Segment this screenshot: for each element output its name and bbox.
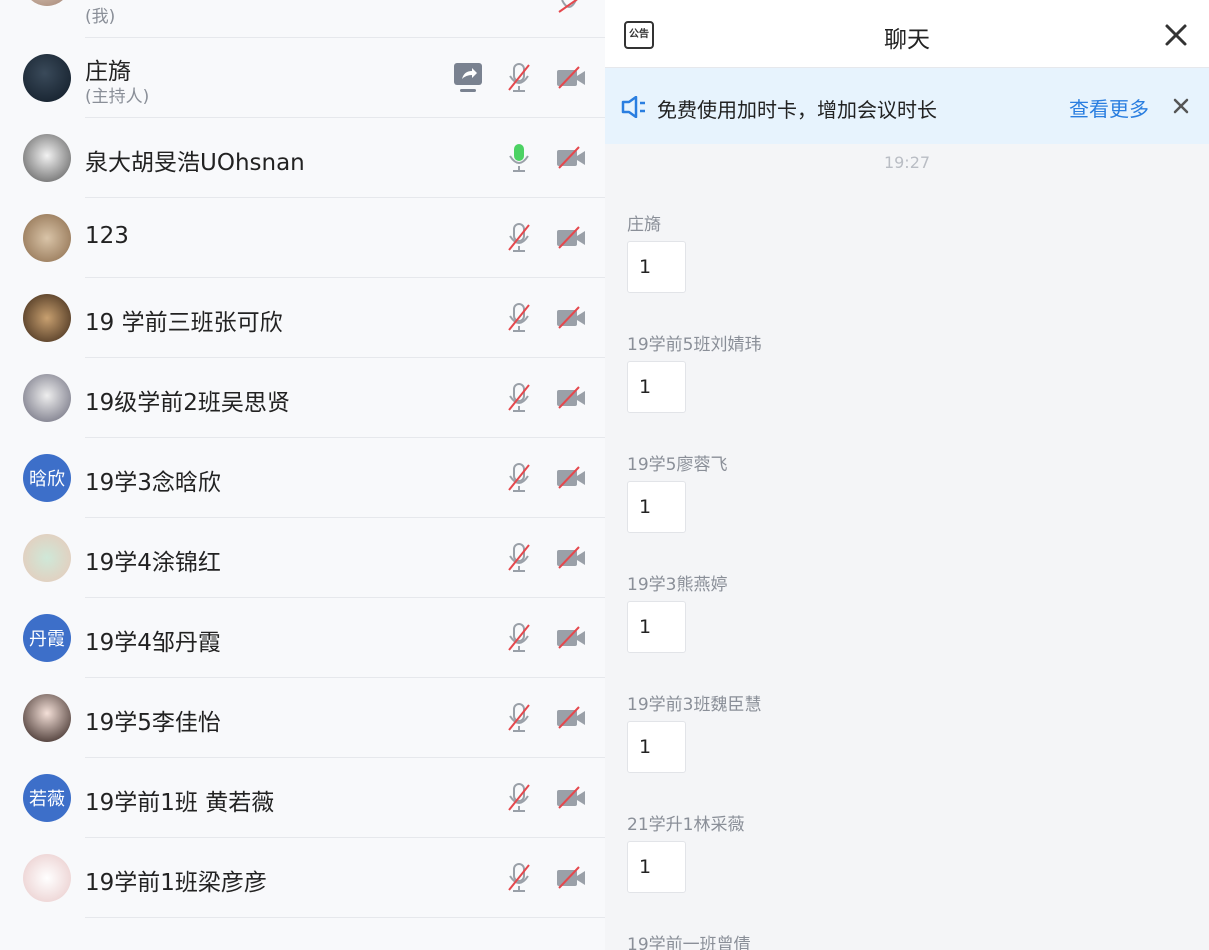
avatar [23,694,71,742]
participant-row-self[interactable]: (我) [0,0,605,38]
camera-off-icon[interactable] [555,386,587,414]
promo-banner: 免费使用加时卡，增加会议时长 查看更多 [605,68,1209,144]
chat-header: 公告 聊天 [605,0,1209,68]
participant-name: 19 学前三班张可欣 [85,310,283,336]
mic-muted-icon[interactable] [507,222,531,258]
camera-off-icon[interactable] [555,66,587,94]
avatar [23,0,71,6]
avatar: 晗欣 [23,454,71,502]
mic-muted-icon[interactable] [507,782,531,818]
avatar: 丹霞 [23,614,71,662]
mic-muted-icon[interactable] [556,0,582,14]
mic-on-icon[interactable] [507,142,531,178]
avatar [23,854,71,902]
mic-muted-icon[interactable] [507,622,531,658]
participant-role: (主持人) [85,87,150,107]
mic-muted-icon[interactable] [507,62,531,98]
participant-row[interactable]: 19学4涂锦红 [0,518,605,598]
participant-name: 19学3念晗欣 [85,470,221,496]
message-sender: 19学前5班刘婧玮 [627,335,762,355]
participant-row[interactable]: 123 [0,198,605,278]
participant-row[interactable]: 丹霞 19学4邹丹霞 [0,598,605,678]
avatar [23,534,71,582]
banner-text: 免费使用加时卡，增加会议时长 [657,98,937,122]
message-bubble[interactable]: 1 [627,481,686,533]
avatar [23,54,71,102]
mic-muted-icon[interactable] [507,862,531,898]
camera-off-icon[interactable] [555,866,587,894]
message-bubble[interactable]: 1 [627,361,686,413]
participant-name: 19学前1班 黄若薇 [85,790,275,816]
participant-row[interactable]: 19学前1班梁彦彦 [0,838,605,918]
participant-row[interactable]: 19 学前三班张可欣 [0,278,605,358]
camera-off-icon[interactable] [555,306,587,334]
mic-muted-icon[interactable] [507,382,531,418]
camera-off-icon[interactable] [555,466,587,494]
participant-name: 19学5李佳怡 [85,710,221,736]
mic-muted-icon[interactable] [507,702,531,738]
participant-name: 19学4邹丹霞 [85,630,221,656]
message-sender: 庄旖 [627,215,661,235]
participant-name: 19学前1班梁彦彦 [85,870,267,896]
participant-row[interactable]: 晗欣 19学3念晗欣 [0,438,605,518]
mic-muted-icon[interactable] [507,302,531,338]
close-icon[interactable] [1164,23,1188,47]
participant-row[interactable]: 庄旖 (主持人) [0,38,605,118]
camera-off-icon[interactable] [555,626,587,654]
message-sender: 21学升1林采薇 [627,815,745,835]
banner-close-icon[interactable] [1173,98,1189,114]
speaker-icon [621,96,645,118]
message-bubble[interactable]: 1 [627,601,686,653]
message-sender: 19学3熊燕婷 [627,575,728,595]
camera-off-icon[interactable] [555,146,587,174]
chat-title: 聊天 [884,27,930,53]
camera-off-icon[interactable] [555,226,587,254]
chat-panel: 公告 聊天 免费使用加时卡，增加会议时长 查看更多 19:27 庄旖 1 19学前5… [605,0,1209,950]
message-bubble[interactable]: 1 [627,241,686,293]
mic-muted-icon[interactable] [507,542,531,578]
message-bubble[interactable]: 1 [627,841,686,893]
message-timestamp: 19:27 [883,153,931,172]
message-bubble[interactable]: 1 [627,721,686,773]
mic-muted-icon[interactable] [507,462,531,498]
participant-row[interactable]: 19学5李佳怡 [0,678,605,758]
screen-share-icon[interactable] [453,62,483,98]
participant-name: 19学4涂锦红 [85,550,221,576]
camera-off-icon[interactable] [555,706,587,734]
participant-role: (我) [85,7,116,27]
message-sender: 19学前一班曾倩 [627,935,751,950]
message-sender: 19学5廖蓉飞 [627,455,728,475]
participant-row[interactable]: 若薇 19学前1班 黄若薇 [0,758,605,838]
avatar: 若薇 [23,774,71,822]
camera-off-icon[interactable] [555,546,587,574]
participant-name: 19级学前2班吴思贤 [85,390,290,416]
participant-row[interactable]: 19级学前2班吴思贤 [0,358,605,438]
divider [85,917,605,918]
view-more-link[interactable]: 查看更多 [1069,93,1149,122]
avatar [23,374,71,422]
participant-row[interactable]: 泉大胡旻浩UOhsnan [0,118,605,198]
participant-name: 庄旖 [85,59,131,85]
avatar [23,294,71,342]
camera-off-icon[interactable] [555,786,587,814]
participant-panel: (我) 庄旖 (主持人) 泉大胡旻浩UOhsnan 123 19 学前三班张可欣 19级学… [0,0,605,950]
participant-name: 123 [85,223,129,249]
avatar [23,214,71,262]
avatar [23,134,71,182]
message-sender: 19学前3班魏臣慧 [627,695,762,715]
participant-name: 泉大胡旻浩UOhsnan [85,150,305,176]
